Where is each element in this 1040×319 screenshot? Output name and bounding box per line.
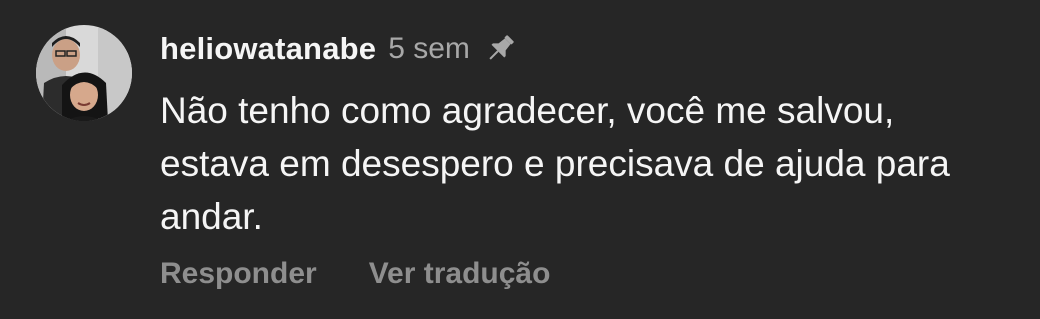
comment-item: heliowatanabe 5 sem Não tenho como agrad… (0, 0, 1040, 319)
comment-header: heliowatanabe 5 sem (160, 28, 518, 70)
translate-button[interactable]: Ver tradução (369, 257, 551, 291)
comment-text: Não tenho como agradecer, você me salvou… (160, 90, 950, 237)
username[interactable]: heliowatanabe (160, 31, 376, 67)
timestamp: 5 sem (388, 32, 470, 65)
avatar[interactable] (36, 25, 132, 121)
avatar-photo (36, 25, 132, 121)
pin-icon (482, 31, 518, 67)
comment-actions: Responder Ver tradução (160, 252, 550, 296)
reply-button[interactable]: Responder (160, 257, 317, 291)
